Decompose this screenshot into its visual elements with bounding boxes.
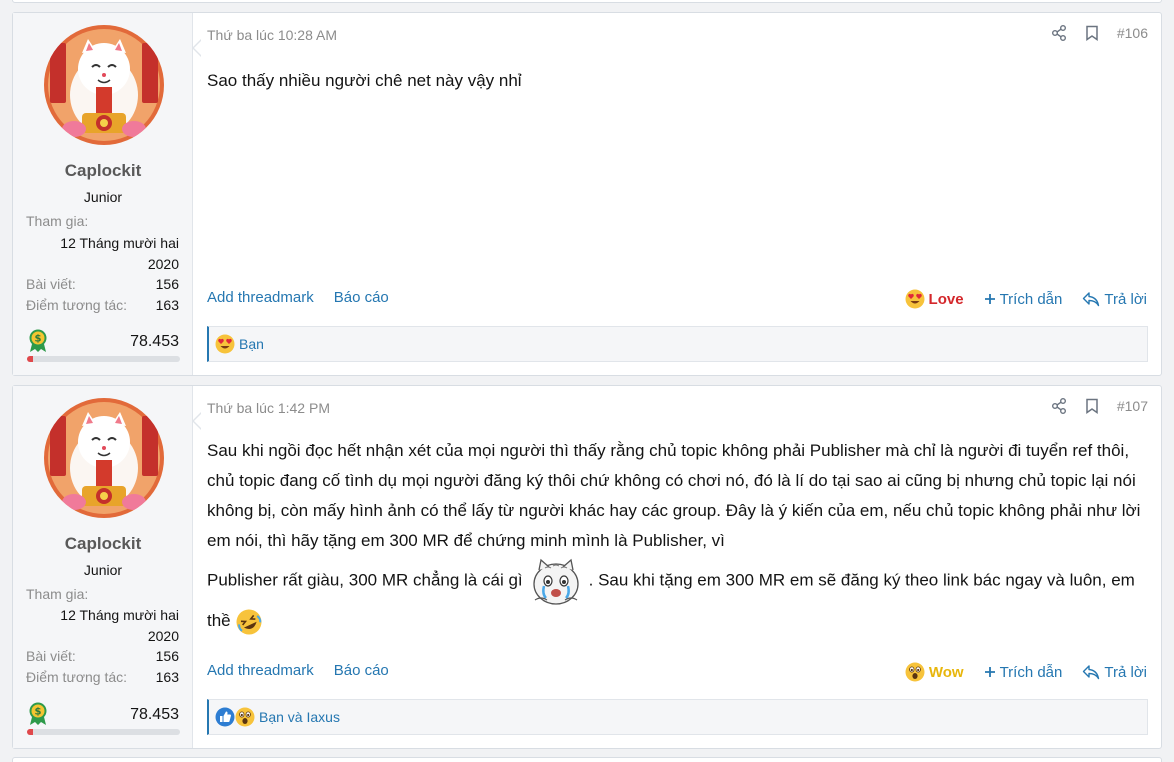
quote-button[interactable]: Trích dẫn xyxy=(984,290,1063,308)
points-value: 78.453 xyxy=(130,333,179,350)
report-link[interactable]: Báo cáo xyxy=(334,662,389,679)
points-progress-fill xyxy=(27,356,34,362)
posts-value[interactable]: 156 xyxy=(156,276,179,292)
joined-label: Tham gia: xyxy=(26,586,89,602)
plus-icon xyxy=(984,294,995,304)
post-actions-right: Love Trích dẫn Trả lời xyxy=(905,289,1147,309)
user-panel: Caplockit Junior Tham gia: 12 Tháng mười… xyxy=(13,386,193,748)
post-meta-right: #106 xyxy=(1051,25,1148,41)
avatar-image xyxy=(44,398,164,518)
dollar-medal-icon: $ xyxy=(29,702,47,725)
post-body-part2: Publisher rất giàu, 300 MR chẳng là cái … xyxy=(207,570,523,590)
reactions-bar[interactable]: Bạn và Iaxus xyxy=(207,699,1148,735)
share-icon[interactable] xyxy=(1051,398,1067,414)
post-actions-right: Wow Trích dẫn Trả lời xyxy=(905,662,1147,682)
posts-value[interactable]: 156 xyxy=(156,648,179,664)
plus-icon xyxy=(984,667,995,677)
posts-label: Bài viết: xyxy=(26,276,76,292)
points-progress-bar xyxy=(27,356,180,362)
user-title: Junior xyxy=(83,562,123,578)
reaction-score-value: 163 xyxy=(155,297,179,313)
user-panel: Caplockit Junior Tham gia: 12 Tháng mười… xyxy=(13,13,193,375)
points-value: 78.453 xyxy=(130,706,179,723)
next-post-edge xyxy=(12,757,1162,762)
crying-cat-sticker-icon xyxy=(532,558,579,605)
posts-label: Bài viết: xyxy=(26,648,76,664)
reaction-score-value: 163 xyxy=(155,669,179,685)
report-link[interactable]: Báo cáo xyxy=(334,289,389,306)
joined-value-line1: 12 Tháng mười hai xyxy=(60,235,179,251)
post-actions-left: Add threadmark Báo cáo xyxy=(207,289,389,306)
avatar[interactable] xyxy=(44,25,164,145)
rofl-emoji-icon xyxy=(236,609,262,635)
love-emoji-icon xyxy=(905,289,925,309)
post-time[interactable]: Thứ ba lúc 10:28 AM xyxy=(207,27,337,43)
reaction-label: Wow xyxy=(928,663,964,681)
post-number[interactable]: #107 xyxy=(1117,398,1148,414)
bookmark-icon[interactable] xyxy=(1085,398,1099,414)
username[interactable]: Caplockit xyxy=(13,534,193,554)
joined-label: Tham gia: xyxy=(26,213,89,229)
reacted-by-text[interactable]: Bạn và Iaxus xyxy=(259,709,340,725)
points-progress-bar xyxy=(27,729,180,735)
post-107: Caplockit Junior Tham gia: 12 Tháng mười… xyxy=(12,385,1162,749)
username[interactable]: Caplockit xyxy=(13,161,193,181)
reply-icon xyxy=(1083,665,1100,680)
joined-value-line2: 2020 xyxy=(147,628,179,644)
quote-label: Trích dẫn xyxy=(999,290,1063,308)
reaction-score-label: Điểm tương tác: xyxy=(26,669,128,685)
post-body: Sau khi ngồi đọc hết nhận xét của mọi ng… xyxy=(207,436,1147,636)
reply-label: Trả lời xyxy=(1104,663,1147,681)
like-emoji-icon xyxy=(215,707,235,727)
reacted-by-text[interactable]: Bạn xyxy=(239,336,264,352)
quote-button[interactable]: Trích dẫn xyxy=(984,663,1063,681)
user-title: Junior xyxy=(83,189,123,205)
reply-label: Trả lời xyxy=(1104,290,1147,308)
post-main: Thứ ba lúc 1:42 PM #107 Sau khi ngồi đọc… xyxy=(194,386,1161,748)
post-number[interactable]: #106 xyxy=(1117,25,1148,41)
post-body: Sao thấy nhiều người chê net này vậy nhỉ xyxy=(207,71,522,90)
points-progress-fill xyxy=(27,729,34,735)
post-meta-right: #107 xyxy=(1051,398,1148,414)
wow-emoji-icon xyxy=(905,662,925,682)
previous-post-edge xyxy=(12,0,1162,3)
bookmark-icon[interactable] xyxy=(1085,25,1099,41)
dollar-medal-icon: $ xyxy=(29,329,47,352)
reaction-score-label: Điểm tương tác: xyxy=(26,297,128,313)
post-body-part1: Sau khi ngồi đọc hết nhận xét của mọi ng… xyxy=(207,441,1141,550)
reply-icon xyxy=(1083,292,1100,307)
joined-value-line1: 12 Tháng mười hai xyxy=(60,607,179,623)
reaction-button[interactable]: Love xyxy=(905,289,964,309)
post-actions-left: Add threadmark Báo cáo xyxy=(207,662,389,679)
reply-button[interactable]: Trả lời xyxy=(1082,664,1147,681)
reaction-label: Love xyxy=(928,290,964,308)
reaction-button[interactable]: Wow xyxy=(905,662,964,682)
joined-value: 12 Tháng mười hai 2020 xyxy=(39,605,179,647)
post-106: Caplockit Junior Tham gia: 12 Tháng mười… xyxy=(12,12,1162,376)
joined-value: 12 Tháng mười hai 2020 xyxy=(39,233,179,275)
avatar-image xyxy=(44,25,164,145)
post-time[interactable]: Thứ ba lúc 1:42 PM xyxy=(207,400,330,416)
wow-emoji-icon xyxy=(235,707,255,727)
reply-button[interactable]: Trả lời xyxy=(1082,291,1147,308)
reactions-bar[interactable]: Bạn xyxy=(207,326,1148,362)
love-emoji-icon xyxy=(215,334,235,354)
avatar[interactable] xyxy=(44,398,164,518)
add-threadmark-link[interactable]: Add threadmark xyxy=(207,662,314,679)
quote-label: Trích dẫn xyxy=(999,663,1063,681)
svg-text:$: $ xyxy=(35,334,42,345)
joined-value-line2: 2020 xyxy=(147,256,179,272)
svg-text:$: $ xyxy=(35,707,42,718)
post-main: Thứ ba lúc 10:28 AM #106 Sao thấy nhiều … xyxy=(194,13,1161,375)
share-icon[interactable] xyxy=(1051,25,1067,41)
add-threadmark-link[interactable]: Add threadmark xyxy=(207,289,314,306)
